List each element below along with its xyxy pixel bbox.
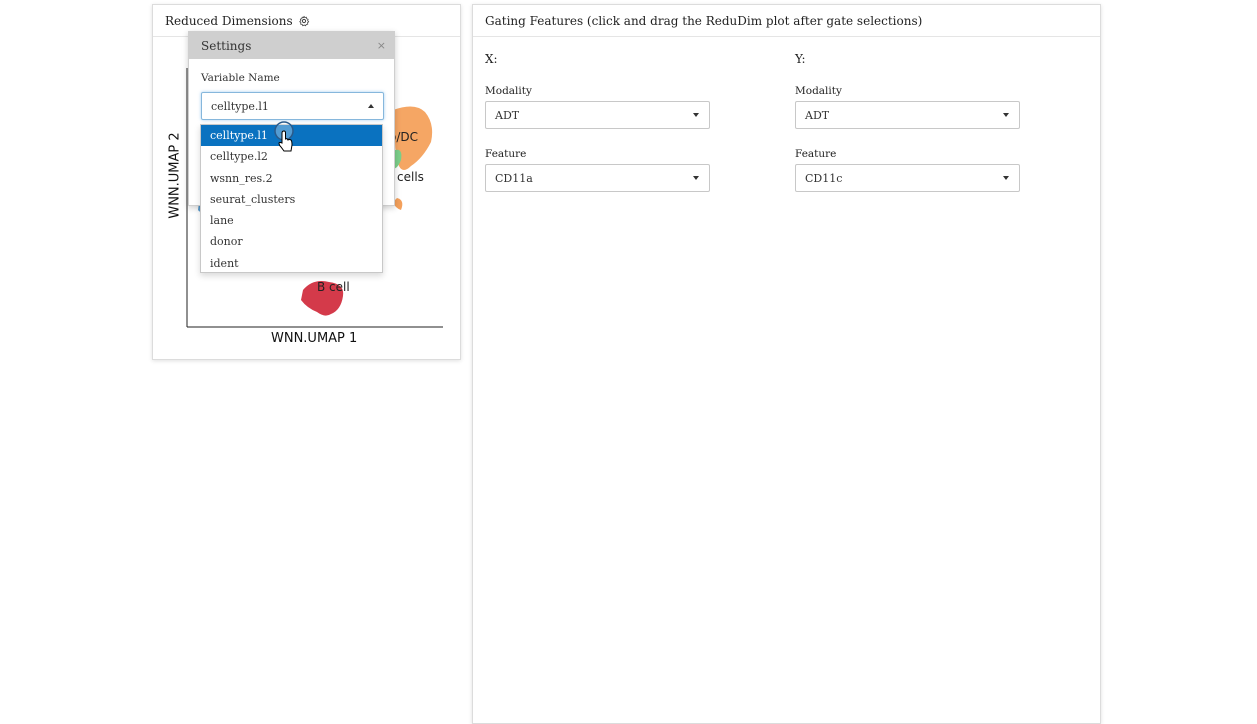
variable-name-label: Variable Name: [201, 72, 280, 84]
hand-cursor-icon: [274, 121, 296, 157]
settings-title: Settings: [201, 38, 252, 53]
variable-name-value: celltype.l1: [211, 99, 269, 113]
dropdown-option[interactable]: lane: [201, 210, 382, 231]
dropdown-option[interactable]: donor: [201, 231, 382, 252]
y-modality-select[interactable]: ADT: [795, 101, 1020, 129]
x-feature-select[interactable]: CD11a: [485, 164, 710, 192]
dropdown-option[interactable]: seurat_clusters: [201, 189, 382, 210]
y-feature-label: Feature: [795, 148, 837, 160]
x-axis-title: X:: [485, 52, 498, 66]
y-modality-label: Modality: [795, 85, 842, 97]
gating-features-panel: Gating Features (click and drag the Redu…: [472, 4, 1101, 724]
caret-down-icon: [693, 176, 699, 180]
cluster-label-cells: cells: [397, 170, 424, 184]
gating-features-title: Gating Features (click and drag the Redu…: [485, 13, 923, 28]
y-modality-value: ADT: [805, 108, 830, 122]
x-modality-select[interactable]: ADT: [485, 101, 710, 129]
variable-name-select[interactable]: celltype.l1: [201, 92, 384, 120]
y-axis-label: WNN.UMAP 2: [167, 132, 183, 219]
dropdown-option[interactable]: ident: [201, 253, 382, 272]
gating-features-header: Gating Features (click and drag the Redu…: [473, 5, 1100, 37]
caret-up-icon: [368, 104, 374, 108]
reduced-dimensions-title: Reduced Dimensions: [165, 13, 293, 28]
x-axis-label: WNN.UMAP 1: [271, 331, 358, 346]
close-icon[interactable]: ×: [377, 39, 386, 52]
x-feature-label: Feature: [485, 148, 527, 160]
cluster-label-b-cell: B cell: [317, 280, 350, 294]
x-feature-value: CD11a: [495, 171, 533, 185]
x-modality-label: Modality: [485, 85, 532, 97]
y-feature-select[interactable]: CD11c: [795, 164, 1020, 192]
x-modality-value: ADT: [495, 108, 520, 122]
y-axis-title: Y:: [795, 52, 806, 66]
caret-down-icon: [1003, 113, 1009, 117]
y-feature-value: CD11c: [805, 171, 843, 185]
gear-icon[interactable]: [297, 14, 311, 28]
settings-header: Settings ×: [189, 32, 394, 59]
caret-down-icon: [1003, 176, 1009, 180]
caret-down-icon: [693, 113, 699, 117]
dropdown-option[interactable]: wsnn_res.2: [201, 168, 382, 189]
